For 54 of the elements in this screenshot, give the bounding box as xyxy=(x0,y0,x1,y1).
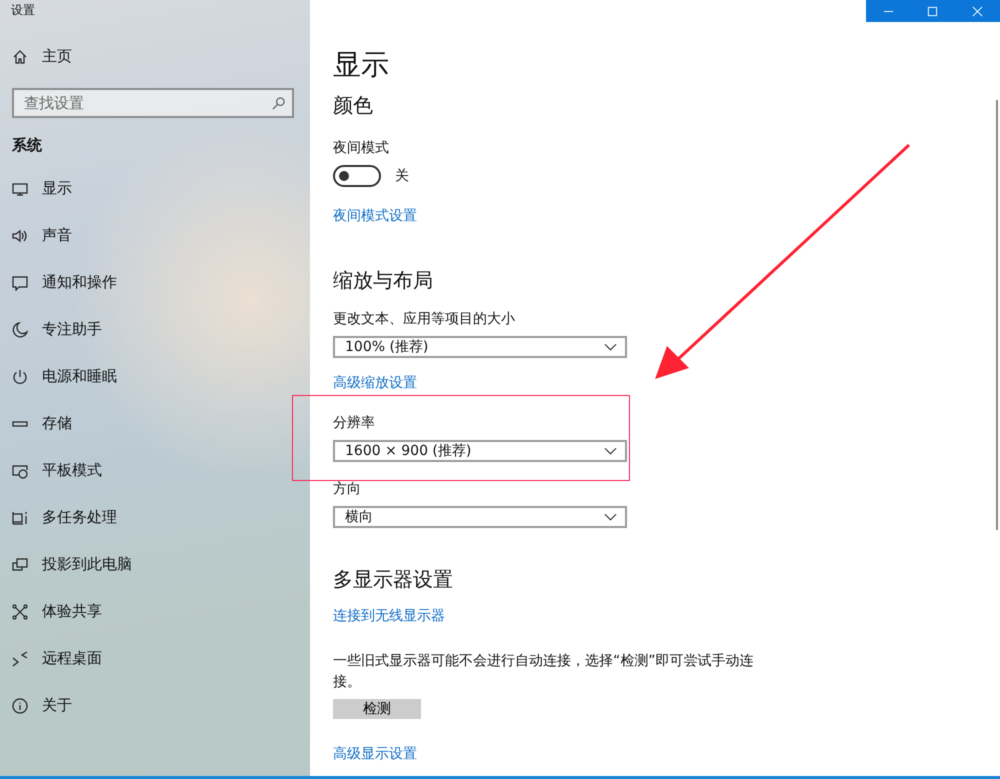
chevron-down-icon xyxy=(604,447,617,455)
section-heading: 颜色 xyxy=(333,92,373,119)
chevron-down-icon xyxy=(604,513,617,521)
window-title: 设置 xyxy=(11,2,35,19)
dropdown[interactable]: 100% (推荐) xyxy=(333,336,627,358)
toggle-state-label: 关 xyxy=(395,167,409,185)
sidebar-item[interactable]: 投影到此电脑 xyxy=(0,541,132,588)
home-icon xyxy=(12,48,28,64)
sidebar-item[interactable]: 多任务处理 xyxy=(0,494,117,541)
sidebar-item[interactable]: 体验共享 xyxy=(0,588,102,635)
sidebar-item[interactable]: 显示 xyxy=(0,165,72,212)
dropdown[interactable]: 1600 × 900 (推荐) xyxy=(333,440,627,462)
remote-icon xyxy=(12,650,28,666)
settings-link[interactable]: 高级缩放设置 xyxy=(333,374,417,392)
close-icon[interactable] xyxy=(972,6,984,16)
message-icon xyxy=(12,274,28,290)
page-title: 显示 xyxy=(333,47,389,83)
search-field[interactable]: 查找设置 xyxy=(12,88,294,118)
field-label: 方向 xyxy=(333,480,361,498)
sidebar-item[interactable]: 电源和睡眠 xyxy=(0,353,117,400)
sidebar-item[interactable]: 存储 xyxy=(0,400,72,447)
search-icon xyxy=(271,96,286,111)
speaker-icon xyxy=(12,228,28,244)
toggle-switch[interactable] xyxy=(333,165,381,187)
dropdown[interactable]: 横向 xyxy=(333,506,627,528)
section-heading: 多显示器设置 xyxy=(333,566,453,593)
monitor-icon xyxy=(12,180,28,196)
multitask-icon xyxy=(12,510,28,526)
settings-link[interactable]: 夜间模式设置 xyxy=(333,207,417,225)
section-heading: 缩放与布局 xyxy=(333,267,433,294)
info-icon xyxy=(12,698,28,714)
sidebar-item[interactable]: 远程桌面 xyxy=(0,635,102,682)
sidebar-item[interactable]: 声音 xyxy=(0,212,72,259)
sidebar-item[interactable]: 关于 xyxy=(0,682,72,729)
home-nav-item[interactable]: 主页 xyxy=(0,33,72,80)
sidebar-item[interactable]: 平板模式 xyxy=(0,447,102,494)
share-icon xyxy=(12,604,28,620)
project-icon xyxy=(12,556,28,572)
chevron-down-icon xyxy=(604,343,617,351)
maximize-icon[interactable] xyxy=(927,6,938,16)
settings-link[interactable]: 连接到无线显示器 xyxy=(333,607,445,625)
moon-icon xyxy=(12,322,28,338)
field-label: 分辨率 xyxy=(333,414,375,432)
field-label: 更改文本、应用等项目的大小 xyxy=(333,310,515,328)
section-heading: 系统 xyxy=(12,136,42,155)
field-label: 夜间模式 xyxy=(333,139,389,157)
detect-button[interactable]: 检测 xyxy=(333,699,421,719)
scrollbar[interactable] xyxy=(996,100,998,530)
tablet-icon xyxy=(12,462,28,478)
sidebar-item[interactable]: 专注助手 xyxy=(0,306,102,353)
power-icon xyxy=(12,368,28,384)
description-text: 一些旧式显示器可能不会进行自动连接，选择“检测”即可尝试手动连接。 xyxy=(333,652,755,692)
settings-link[interactable]: 高级显示设置 xyxy=(333,745,417,763)
sidebar-item[interactable]: 通知和操作 xyxy=(0,259,117,306)
